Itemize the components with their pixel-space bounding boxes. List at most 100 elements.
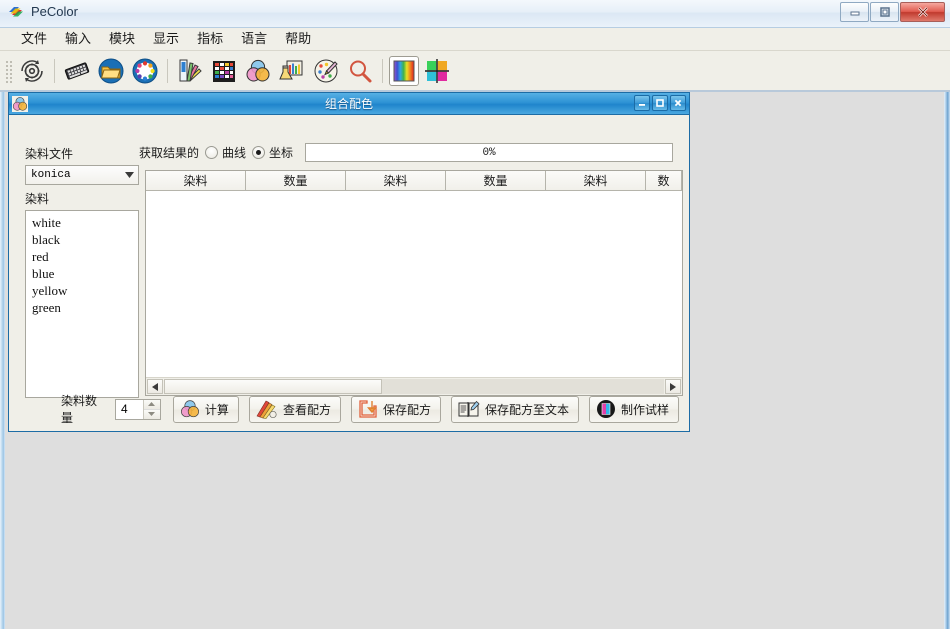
view-formula-button[interactable]: 查看配方 [248, 395, 341, 423]
grid-column-header[interactable]: 数量 [446, 171, 546, 190]
minimize-button[interactable] [840, 2, 869, 22]
search-button[interactable] [344, 55, 376, 87]
menu-item-help[interactable]: 帮助 [276, 29, 320, 49]
dye-count-value[interactable]: 4 [116, 400, 143, 419]
swatch-fan-button[interactable] [174, 55, 206, 87]
menu-item-display[interactable]: 显示 [144, 29, 188, 49]
make-sample-button[interactable]: 制作试样 [588, 395, 679, 423]
child-window-title: 组合配色 [324, 97, 373, 111]
spectrum-bars-icon [393, 60, 415, 81]
close-icon [917, 7, 928, 17]
toolbar-grip[interactable] [4, 58, 13, 83]
list-item[interactable]: blue [26, 265, 138, 282]
palette-button[interactable] [310, 55, 342, 87]
stepper-down-button[interactable] [143, 409, 160, 419]
save-formula-text-button-label: 保存配方至文本 [484, 402, 569, 417]
grid-column-header[interactable]: 染料 [346, 171, 446, 190]
chevron-left-icon [152, 382, 158, 391]
color-chart-button[interactable] [208, 55, 240, 87]
grid-body[interactable] [146, 191, 682, 376]
grid-column-header[interactable]: 数量 [246, 171, 346, 190]
save-down-icon [359, 400, 377, 418]
child-minimize-button[interactable] [634, 95, 650, 111]
action-bar: 染料数量 4 计算 查看配方 保存配方 保存配方至文本 制作试样 [9, 393, 689, 425]
color-crosshair-icon [425, 58, 449, 83]
app-title: PeColor [31, 4, 78, 19]
grid-column-header[interactable]: 染料 [146, 171, 246, 190]
child-close-button[interactable] [670, 95, 686, 111]
dye-file-selected-value: konica [31, 169, 71, 181]
menu-item-input[interactable]: 输入 [56, 29, 100, 49]
progress-bar: 0% [305, 143, 674, 162]
save-formula-text-button[interactable]: 保存配方至文本 [450, 395, 579, 423]
list-item[interactable]: green [26, 299, 138, 316]
minimize-icon [639, 104, 645, 106]
result-type-label: 获取结果的 [139, 146, 200, 160]
dye-label: 染料 [25, 192, 50, 206]
radio-coordinate-indicator [252, 146, 266, 159]
calculate-button[interactable]: 计算 [172, 395, 239, 423]
open-file-button[interactable] [95, 55, 127, 87]
folder-open-icon [98, 58, 124, 83]
close-button[interactable] [900, 2, 945, 22]
scrollbar-thumb[interactable] [164, 379, 382, 394]
color-mixing-button[interactable] [242, 55, 274, 87]
menu-bar: 文件 输入 模块 显示 指标 语言 帮助 [0, 28, 950, 51]
scrollbar-track[interactable] [164, 379, 664, 394]
chevron-up-icon [148, 402, 156, 406]
dye-count-stepper[interactable]: 4 [114, 398, 161, 420]
settings-gear-icon [21, 59, 43, 82]
spectrum-button[interactable] [389, 55, 419, 86]
save-formula-button[interactable]: 保存配方 [350, 395, 441, 423]
keyboard-input-button[interactable] [61, 55, 93, 87]
color-mixing-venn-icon [180, 400, 199, 418]
menu-item-metrics[interactable]: 指标 [188, 29, 232, 49]
combination-color-matching-window: 组合配色 染料文件 konica 染料 white black red blue… [8, 92, 690, 432]
radio-coordinate-label: 坐标 [269, 146, 294, 160]
child-window-controls [634, 95, 686, 111]
color-mixing-venn-icon [12, 95, 28, 112]
maximize-button[interactable] [870, 2, 899, 22]
color-chart-grid-icon [213, 60, 235, 82]
chevron-right-icon [670, 382, 676, 391]
color-wheel-button[interactable] [129, 55, 161, 87]
color-mixing-venn-icon [246, 59, 270, 81]
menu-item-file[interactable]: 文件 [12, 29, 56, 49]
lab-measure-button[interactable] [276, 55, 308, 87]
radio-curve[interactable]: 曲线 [205, 144, 246, 161]
child-maximize-button[interactable] [652, 95, 668, 111]
scroll-right-button[interactable] [665, 379, 681, 394]
grid-column-header[interactable]: 数 [646, 171, 682, 190]
dye-listbox[interactable]: white black red blue yellow green [25, 210, 139, 398]
dye-file-select[interactable]: konica [25, 165, 139, 185]
toolbar-separator [167, 58, 168, 83]
list-item[interactable]: black [26, 231, 138, 248]
window-right-edge [944, 92, 950, 629]
child-window-titlebar[interactable]: 组合配色 [9, 93, 689, 115]
color-swatch-fan-icon [179, 59, 202, 82]
formula-grid[interactable]: 染料 数量 染料 数量 染料 数 [145, 170, 683, 396]
make-sample-button-label: 制作试样 [620, 402, 669, 417]
toolbar-separator [54, 58, 55, 83]
sample-sphere-icon [596, 400, 615, 418]
toolbar-separator [382, 58, 383, 83]
grid-column-header[interactable]: 染料 [546, 171, 646, 190]
list-item[interactable]: white [26, 214, 138, 231]
menu-item-language[interactable]: 语言 [232, 29, 276, 49]
maximize-icon [879, 7, 890, 17]
radio-coordinate[interactable]: 坐标 [252, 144, 293, 161]
lab-flask-icon [279, 60, 303, 79]
scroll-left-button[interactable] [147, 379, 163, 394]
color-picker-button[interactable] [421, 55, 453, 87]
settings-button[interactable] [16, 55, 48, 87]
stepper-up-button[interactable] [143, 399, 160, 410]
list-item[interactable]: red [26, 248, 138, 265]
menu-item-module[interactable]: 模块 [100, 29, 144, 49]
palette-brush-icon [314, 59, 338, 82]
main-toolbar [0, 51, 950, 92]
chevron-down-icon [148, 412, 156, 416]
window-left-edge [0, 92, 5, 629]
list-item[interactable]: yellow [26, 282, 138, 299]
application-window: PeColor 文件 输入 模块 显示 指标 语言 帮助 组合配色 染料文件 k… [0, 0, 950, 629]
radio-curve-label: 曲线 [222, 146, 247, 160]
